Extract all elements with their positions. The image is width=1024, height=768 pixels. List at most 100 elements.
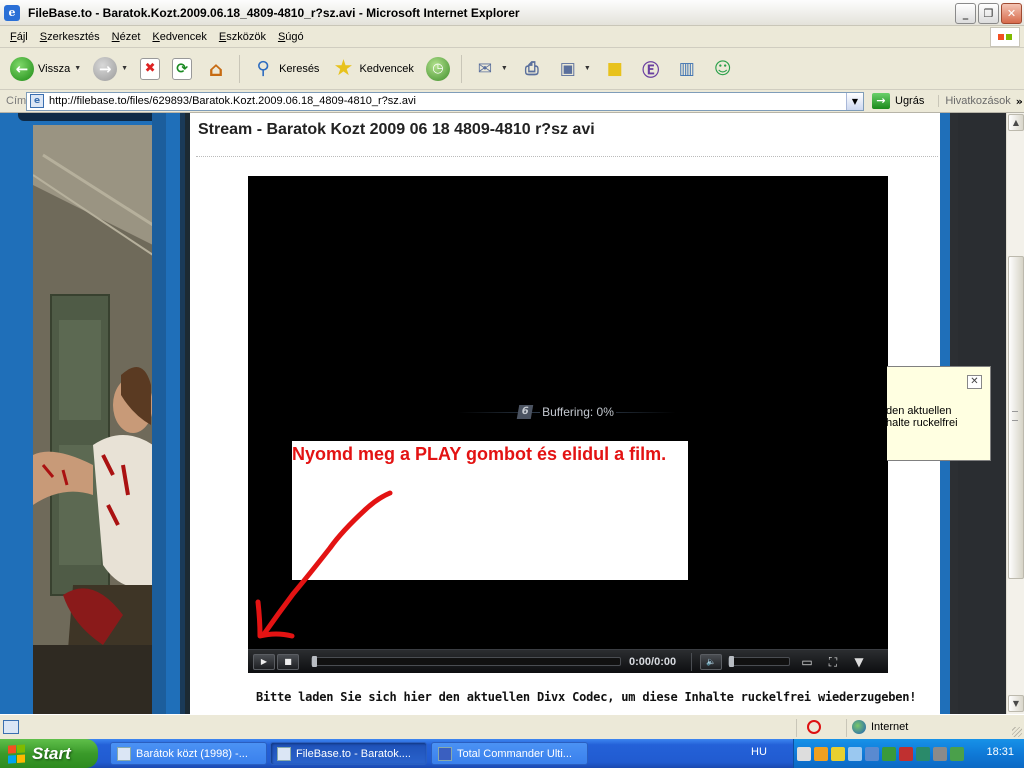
taskbar-item-active[interactable]: FileBase.to - Baratok.... [270,742,427,765]
web-content: Stream - Baratok Kozt 2009 06 18 4809-48… [0,113,1006,714]
volume-handle[interactable] [729,656,734,667]
menu-bar: Fájl Szerkesztés Nézet Kedvencek Eszközö… [0,26,1024,48]
zone-label: Internet [871,721,909,733]
page-title: Stream - Baratok Kozt 2009 06 18 4809-48… [198,121,595,138]
scroll-down-icon[interactable]: ▼ [1008,695,1024,712]
address-input[interactable]: e http://filebase.to/files/629893/Barato… [26,91,864,111]
tray-app-icon[interactable] [933,746,947,761]
language-indicator[interactable]: HU [751,746,767,758]
toolbar-separator [460,54,462,83]
fullscreen-icon[interactable]: ⛶ [824,655,842,669]
main-page: Stream - Baratok Kozt 2009 06 18 4809-48… [190,113,940,714]
menu-edit[interactable]: Szerkesztés [34,31,106,43]
media-icon[interactable] [814,746,828,761]
taskbar-item-label: Total Commander Ulti... [457,747,572,760]
notes-button[interactable]: ■ [599,52,631,86]
menu-tools[interactable]: Eszközök [213,31,272,43]
video-player[interactable]: 6 Buffering: 0% Nyomd meg a PLAY gombot … [248,176,888,673]
history-button[interactable]: ◷ [422,52,454,86]
menu-file[interactable]: Fájl [4,31,34,43]
menu-help[interactable]: Súgó [272,31,310,43]
translate-button[interactable]: Ⓔ [635,52,667,86]
network-icon-2[interactable] [865,746,879,761]
globe-icon [852,720,866,734]
ie-icon: e [4,4,20,21]
back-icon: ← [10,56,34,81]
stop-button[interactable]: ■ [277,653,299,670]
security-zone[interactable]: Internet [852,720,908,734]
edit-icon: ▣ [559,58,576,79]
title-bar[interactable]: e FileBase.to - Baratok.Kozt.2009.06.18_… [0,0,1024,26]
home-button[interactable]: ⌂ [200,52,232,86]
favorites-button[interactable]: ★ Kedvencek [327,52,417,86]
total-commander-icon [438,746,452,761]
mail-dropdown-icon[interactable]: ▼ [501,65,508,72]
search-button[interactable]: ⚲ Keresés [247,52,323,86]
keyboard-icon[interactable] [797,746,811,761]
print-icon: ⎙ [525,58,539,79]
mute-button[interactable]: 🔈 [700,653,722,670]
tooltip-close-icon[interactable]: ✕ [967,375,982,389]
address-dropdown-icon[interactable]: ▼ [846,92,863,110]
sidebar-artwork [33,125,153,714]
maximize-button[interactable]: ❐ [978,3,999,24]
control-separator [691,652,692,671]
status-divider [846,719,847,737]
edit-button[interactable]: ▣ ▼ [552,52,595,86]
messenger-icon: ☺ [713,58,732,79]
forward-dropdown-icon[interactable]: ▼ [121,65,128,72]
clock[interactable]: 18:31 [986,746,1014,758]
research-icon: ▥ [678,58,695,79]
divider [196,156,938,157]
window-mode-icon[interactable]: ▭ [798,655,816,669]
vertical-scrollbar[interactable]: ▲ ▼ [1006,113,1024,714]
taskbar-item[interactable]: Barátok közt (1998) -... [110,742,267,765]
start-button[interactable]: Start [0,739,98,768]
tray-app-icon[interactable] [899,746,913,761]
volume-slider[interactable] [728,656,790,667]
print-button[interactable]: ⎙ [516,52,548,86]
go-button[interactable]: → Ugrás [872,93,924,109]
close-button[interactable]: ✕ [1001,3,1022,24]
tray-app-icon[interactable] [882,746,896,761]
tooltip-line: den aktuellen [887,405,952,417]
refresh-button[interactable]: ⟳ [168,52,196,86]
menu-dropdown-icon[interactable]: ▼ [850,655,868,669]
network-icon[interactable] [848,746,862,761]
taskbar-item[interactable]: Total Commander Ulti... [431,742,588,765]
codec-message[interactable]: Bitte laden Sie sich hier den aktuellen … [256,690,917,704]
popup-blocked-icon[interactable] [807,720,821,734]
stop-button[interactable]: ✖ [136,52,164,86]
back-dropdown-icon[interactable]: ▼ [74,65,81,72]
links-toolbar[interactable]: Hivatkozások [938,95,1011,107]
seek-handle[interactable] [312,656,317,667]
menu-view[interactable]: Nézet [106,31,147,43]
back-label: Vissza [38,62,71,75]
status-bar: Internet [0,714,1024,739]
edit-dropdown-icon[interactable]: ▼ [584,65,591,72]
start-label: Start [32,743,71,763]
play-button[interactable]: ▶ [253,653,275,670]
back-button[interactable]: ← Vissza ▼ [6,52,85,86]
ie-icon [277,746,291,761]
mail-button[interactable]: ✉ ▼ [469,52,512,86]
messenger-button[interactable]: ☺ [707,52,739,86]
resize-grip[interactable] [1012,727,1022,737]
stop-icon: ✖ [140,57,161,80]
scroll-up-icon[interactable]: ▲ [1008,114,1024,131]
menu-favorites[interactable]: Kedvencek [146,31,212,43]
address-url[interactable]: http://filebase.to/files/629893/Baratok.… [49,95,416,107]
sidebar-artwork-illustration [33,125,153,714]
tray-app-icon[interactable] [950,746,964,761]
chevron-right-icon[interactable]: » [1016,95,1023,108]
go-label: Ugrás [895,95,925,107]
security-icon[interactable] [831,746,845,761]
seek-bar[interactable] [311,656,621,667]
forward-button[interactable]: → ▼ [89,52,132,86]
red-arrow-icon [255,490,393,639]
search-icon: ⚲ [256,58,270,79]
tray-app-icon[interactable] [916,746,930,761]
tooltip-line: halte ruckelfrei [887,417,958,429]
research-button[interactable]: ▥ [671,52,703,86]
minimize-button[interactable]: _ [955,3,976,24]
